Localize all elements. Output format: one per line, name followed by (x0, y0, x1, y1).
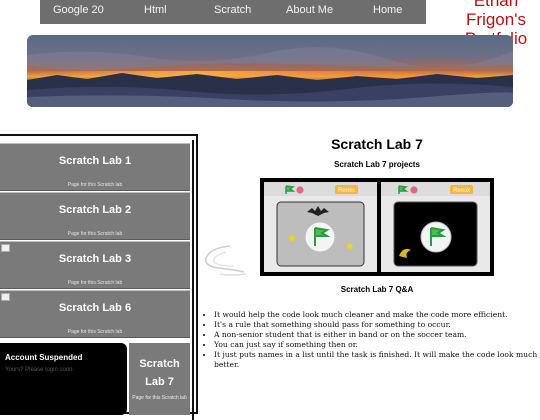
lab-card-title: Scratch Lab 7 (129, 355, 190, 391)
remix-badge-label: Remix (453, 188, 470, 194)
lab-card-subtitle: Page for this Scratch lab (67, 329, 123, 335)
qa-answer-item: You can just say if something then or. (214, 340, 540, 350)
nav-scratch[interactable]: Scratch (214, 4, 251, 16)
broken-image-icon (1, 293, 10, 301)
lab-card-title: Scratch Lab 1 (58, 155, 132, 167)
sidebar-card-scratch-lab-3[interactable]: Scratch Lab 3 Page for this Scratch lab (0, 241, 190, 289)
lab-card-subtitle: Page for this Scratch lab (132, 395, 187, 401)
lab7-title-line-2: Lab 7 (145, 376, 174, 388)
qa-answer-item: It's a rule that something should pass f… (214, 320, 540, 330)
nav-google-20[interactable]: Google 20 (53, 4, 104, 16)
suspended-message: Yours? Please login soon. (5, 367, 75, 373)
decorative-swirl (204, 245, 247, 276)
lab-card-subtitle: Page for this Scratch lab (67, 231, 123, 237)
brand-line-1: Ethan (473, 0, 519, 10)
lab-card-title: Scratch Lab 6 (58, 302, 132, 314)
qa-title: Scratch Lab 7 Q&A (340, 285, 414, 294)
sidebar-card-scratch-lab-6[interactable]: Scratch Lab 6 Page for this Scratch lab (0, 290, 190, 338)
scratch-projects-container: Remix ✸ ✸ Remix (260, 178, 494, 276)
nav-home[interactable]: Home (373, 4, 402, 16)
sidebar-card-scratch-lab-2[interactable]: Scratch Lab 2 Page for this Scratch lab (0, 192, 190, 240)
lab-card-subtitle: Page for this Scratch lab (67, 182, 123, 188)
header-banner-image (27, 35, 513, 107)
qa-answer-list: It would help the code look much cleaner… (203, 310, 540, 370)
sidebar-lab-list: Scratch Lab 1 Page for this Scratch lab … (0, 140, 194, 420)
qa-answer-item: It would help the code look much cleaner… (214, 310, 540, 320)
scratch-project-2[interactable]: Remix (381, 182, 490, 272)
nav-about-me[interactable]: About Me (286, 4, 333, 16)
stop-icon (296, 186, 304, 194)
nav-html[interactable]: Html (144, 4, 167, 16)
scratch-project-1[interactable]: Remix ✸ ✸ (264, 182, 377, 272)
sidebar-frame: Scratch Lab 1 Page for this Scratch lab … (0, 134, 198, 420)
projects-subtitle: Scratch Lab 7 projects (334, 160, 420, 169)
remix-badge-label: Remix (338, 188, 355, 194)
sidebar-card-scratch-lab-7[interactable]: Scratch Lab 7 Page for this Scratch lab (129, 343, 190, 415)
page-title: Scratch Lab 7 (331, 136, 423, 152)
qa-answer-item: A non-senior student that is either in b… (214, 330, 540, 340)
qa-answer-item: It just puts names in a list until the t… (214, 350, 540, 370)
sidebar-card-scratch-lab-1[interactable]: Scratch Lab 1 Page for this Scratch lab (0, 143, 190, 191)
lab-card-subtitle: Page for this Scratch lab (67, 280, 123, 286)
svg-text:✸: ✸ (288, 234, 296, 245)
svg-text:✸: ✸ (346, 242, 354, 253)
top-navbar: Google 20 Html Scratch About Me Home (40, 0, 426, 24)
suspended-title: Account Suspended (5, 353, 83, 362)
broken-image-icon (1, 244, 10, 252)
lab-card-title: Scratch Lab 3 (58, 253, 132, 265)
stop-icon (410, 186, 418, 194)
brand-line-2: Frigon's (466, 10, 526, 29)
lab-card-title: Scratch Lab 2 (58, 204, 132, 216)
account-suspended-embed: Account Suspended Yours? Please login so… (0, 343, 127, 415)
lab7-title-line-1: Scratch (139, 358, 180, 370)
